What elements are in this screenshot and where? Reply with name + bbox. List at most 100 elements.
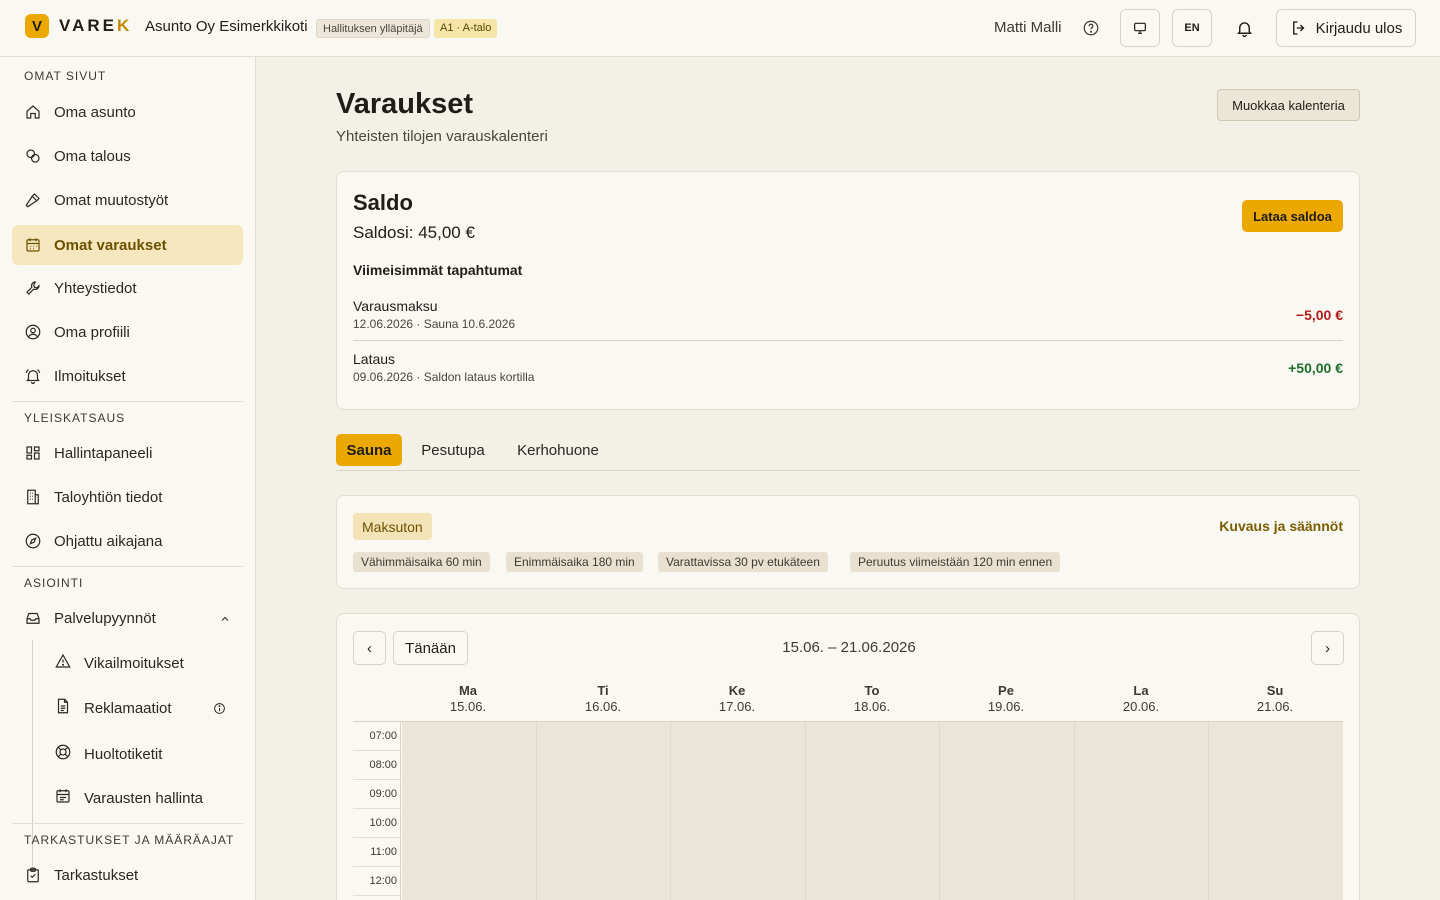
balance-value: Saldosi: 45,00 €	[353, 223, 475, 242]
day-slot-column[interactable]	[671, 722, 806, 900]
day-header: La 20.06.	[1074, 683, 1208, 715]
sidebar-item-contacts[interactable]: Yhteystiedot	[12, 268, 243, 308]
warning-icon	[54, 652, 72, 674]
edit-calendar-button[interactable]: Muokkaa kalenteria	[1217, 89, 1360, 121]
help-icon[interactable]	[1080, 17, 1102, 39]
lifebuoy-icon	[54, 743, 72, 765]
section-title-own: OMAT SIVUT	[24, 69, 107, 83]
monitor-icon	[1134, 22, 1146, 34]
sidebar-item-service-requests[interactable]: Palvelupyynnöt	[12, 598, 243, 638]
sidebar-divider	[12, 823, 243, 824]
price-pill: Maksuton	[353, 513, 432, 540]
logout-button[interactable]: Kirjaudu ulos	[1276, 9, 1416, 47]
hammer-icon	[24, 191, 42, 209]
day-name: Ma	[458, 683, 478, 698]
recent-transactions-title: Viimeisimmät tapahtumat	[353, 262, 523, 278]
day-header: Su 21.06.	[1208, 683, 1342, 715]
sidebar-item-inspections[interactable]: Tarkastukset	[12, 855, 243, 895]
sidebar-item-guided-timeline[interactable]: Ohjattu aikajana	[12, 521, 243, 561]
day-date: 17.06.	[718, 699, 756, 714]
notifications-bell-icon[interactable]	[1233, 17, 1255, 39]
day-slot-column[interactable]	[806, 722, 940, 900]
time-label: 08:00	[353, 751, 401, 780]
logo[interactable]: V VAREK	[25, 14, 132, 38]
transaction-row: Lataus 09.06.2026 · Saldon lataus kortil…	[353, 351, 1343, 404]
organization-name: Asunto Oy Esimerkkikoti	[145, 18, 308, 35]
day-name: La	[1133, 683, 1149, 698]
transaction-row: Varausmaksu 12.06.2026 · Sauna 10.6.2026…	[353, 298, 1343, 351]
facility-tabs: Sauna Pesutupa Kerhohuone	[336, 433, 1360, 471]
sidebar-item-reservation-management[interactable]: Varausten hallinta	[42, 778, 242, 818]
sidebar-item-notifications[interactable]: Ilmoitukset	[12, 356, 243, 396]
sidebar-item-fault-reports[interactable]: Vikailmoitukset	[42, 643, 242, 683]
day-slot-column[interactable]	[402, 722, 537, 900]
sidebar: OMAT SIVUT Oma asunto Oma talous Omat mu…	[0, 57, 256, 900]
tab-sauna[interactable]: Sauna	[336, 434, 402, 466]
sidebar-item-maintenance-tickets[interactable]: Huoltotiketit	[42, 734, 242, 774]
user-name[interactable]: Matti Malli	[994, 19, 1062, 36]
day-slot-column[interactable]	[940, 722, 1075, 900]
inbox-icon	[24, 609, 42, 627]
tab-club-room[interactable]: Kerhohuone	[508, 434, 608, 466]
display-mode-button[interactable]	[1120, 9, 1160, 47]
sidebar-item-label: Hallintapaneeli	[54, 444, 153, 462]
logo-text: VAREK	[59, 16, 132, 36]
rule-tag: Enimmäisaika 180 min	[506, 552, 643, 572]
sidebar-item-label: Vikailmoitukset	[84, 654, 184, 672]
calendar-range: 15.06. – 21.06.2026	[782, 639, 916, 656]
time-label: 07:00	[353, 722, 401, 751]
section-title-inspections: TARKASTUKSET JA MÄÄRÄAJAT	[24, 833, 235, 847]
day-header: To 18.06.	[805, 683, 939, 715]
document-icon	[54, 697, 72, 719]
sidebar-item-complaints[interactable]: Reklamaatiot	[42, 688, 242, 728]
sidebar-item-own-profile[interactable]: Oma profiili	[12, 312, 243, 352]
sidebar-item-label: Tarkastukset	[54, 866, 139, 884]
language-button[interactable]: EN	[1172, 9, 1212, 47]
sidebar-item-own-apartment[interactable]: Oma asunto	[12, 92, 243, 132]
sidebar-item-label: Yhteystiedot	[54, 279, 137, 297]
time-label: 11:00	[353, 838, 401, 867]
rules-link[interactable]: Kuvaus ja säännöt	[1219, 518, 1343, 534]
apartment-badge: A1 · A-talo	[434, 19, 498, 38]
sidebar-item-label: Palvelupyynnöt	[54, 609, 156, 627]
chevron-up-icon[interactable]	[219, 612, 231, 629]
sidebar-item-own-renovations[interactable]: Omat muutostyöt	[12, 180, 243, 220]
sidebar-item-company-info[interactable]: Taloyhtiön tiedot	[12, 477, 243, 517]
day-name: To	[864, 683, 880, 698]
calendar-icon	[24, 236, 42, 254]
load-balance-button[interactable]: Lataa saldoa	[1242, 200, 1343, 232]
top-bar: V VAREK Asunto Oy Esimerkkikoti Hallituk…	[0, 0, 1440, 57]
day-header: Ti 16.06.	[536, 683, 670, 715]
time-label: 12:00	[353, 867, 401, 896]
sidebar-item-label: Oma asunto	[54, 103, 136, 121]
logo-text-accent: K	[116, 16, 133, 35]
info-icon[interactable]	[213, 702, 226, 719]
calendar-list-icon	[54, 787, 72, 809]
sidebar-divider	[12, 566, 243, 567]
next-week-button[interactable]: ›	[1311, 631, 1344, 665]
sidebar-item-label: Varausten hallinta	[84, 789, 203, 807]
transaction-name: Lataus	[353, 351, 396, 367]
home-icon	[24, 103, 42, 121]
sidebar-item-dashboard[interactable]: Hallintapaneeli	[12, 433, 243, 473]
role-badge: Hallituksen ylläpitäjä	[316, 19, 430, 38]
tab-laundry[interactable]: Pesutupa	[412, 434, 494, 466]
sidebar-item-own-reservations[interactable]: Omat varaukset	[12, 225, 243, 265]
day-header: Ke 17.06.	[670, 683, 804, 715]
day-slot-column[interactable]	[1075, 722, 1209, 900]
clipboard-icon	[24, 866, 42, 884]
day-slot-column[interactable]	[537, 722, 671, 900]
section-title-overview: YLEISKATSAUS	[24, 411, 126, 425]
day-date: 21.06.	[1256, 699, 1294, 714]
sidebar-item-label: Ilmoitukset	[54, 367, 126, 385]
sidebar-item-label: Huoltotiketit	[84, 745, 163, 763]
transaction-meta: 12.06.2026 · Sauna 10.6.2026	[353, 317, 516, 331]
day-date: 16.06.	[584, 699, 622, 714]
day-slot-column[interactable]	[1209, 722, 1343, 900]
compass-icon	[24, 532, 42, 550]
sidebar-item-own-finance[interactable]: Oma talous	[12, 136, 243, 176]
coins-icon	[24, 147, 42, 165]
day-name: Pe	[998, 683, 1014, 698]
sidebar-item-label: Omat muutostyöt	[54, 191, 169, 209]
dashboard-icon	[24, 444, 42, 462]
